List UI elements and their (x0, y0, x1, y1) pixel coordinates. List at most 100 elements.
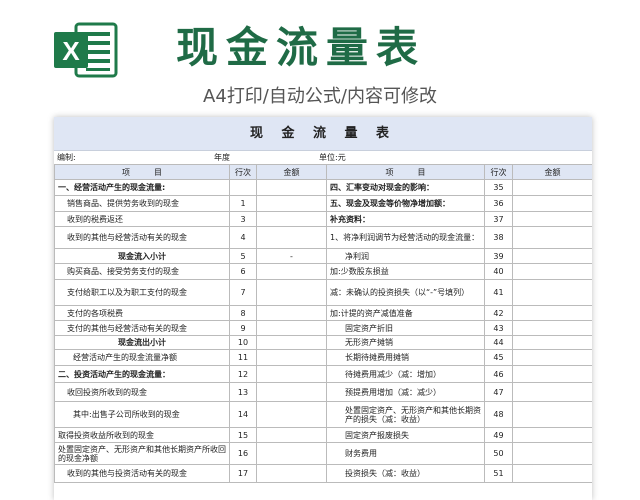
table-row: 现金流入小计 5- 净利润 39 (54, 248, 592, 264)
row-line-left: 16 (229, 442, 257, 465)
row-line-right: 46 (484, 365, 513, 383)
row-line-left: 13 (229, 382, 257, 402)
row-amount-left (256, 401, 327, 428)
row-item-right: 固定资产折旧 (326, 320, 485, 336)
row-line-right: 50 (484, 442, 513, 465)
sheet-meta: 编制: 年度 单位:元 (54, 151, 592, 164)
col-header-amount-left: 金额 (256, 164, 327, 180)
row-line-left: 1 (229, 195, 257, 212)
row-item-right: 1、将净利润调节为经营活动的现金流量： (326, 226, 485, 249)
row-amount-left (256, 382, 327, 402)
row-item-right: 五、现金及现金等价物净增加额： (326, 195, 485, 212)
table-row: 收到的其他与经营活动有关的现金 4 1、将净利润调节为经营活动的现金流量： 38 (54, 226, 592, 249)
table-row: 取得投资收益所收到的现金 15 固定资产报废损失 49 (54, 427, 592, 443)
row-amount-left (256, 442, 327, 465)
row-item-right: 处置固定资产、无形资产和其他长期资产的损失（减：收益） (326, 401, 485, 428)
row-amount-right (512, 382, 592, 402)
row-line-right: 36 (484, 195, 513, 212)
row-item-left: 收回投资所收到的现金 (54, 382, 230, 402)
table-header-row: 项 目 行次 金额 项 目 行次 金额 (54, 164, 592, 180)
table-row: 支付给职工以及为职工支付的现金 7 减：未确认的投资损失（以“-”号填列） 41 (54, 279, 592, 306)
row-amount-right (512, 335, 592, 350)
col-header-item-right: 项 目 (326, 164, 485, 180)
table-row: 购买商品、接受劳务支付的现金 6 加:少数股东损益 40 (54, 263, 592, 280)
row-item-left: 现金流入小计 (54, 248, 230, 264)
row-amount-left (256, 427, 327, 443)
row-amount-right (512, 195, 592, 212)
row-amount-right (512, 320, 592, 336)
row-amount-right (512, 211, 592, 227)
row-amount-right (512, 179, 592, 196)
row-item-right: 加:计提的资产减值准备 (326, 305, 485, 321)
row-amount-left (256, 305, 327, 321)
meta-unit: 单位:元 (319, 153, 346, 162)
row-line-left: 4 (229, 226, 257, 249)
row-item-left: 收到的税费返还 (54, 211, 230, 227)
spreadsheet-preview: 现 金 流 量 表 编制: 年度 单位:元 项 目 行次 金额 项 目 行次 金… (54, 117, 592, 500)
row-item-right: 长期待摊费用摊销 (326, 349, 485, 366)
col-header-line-left: 行次 (229, 164, 257, 180)
excel-logo-icon: X (54, 22, 118, 78)
row-item-right: 固定资产报废损失 (326, 427, 485, 443)
row-item-right: 待摊费用减少（减：增加） (326, 365, 485, 383)
row-amount-left (256, 195, 327, 212)
row-item-left: 二、投资活动产生的现金流量： (54, 365, 230, 383)
row-line-left: 9 (229, 320, 257, 336)
row-item-left: 一、经营活动产生的现金流量: (54, 179, 230, 196)
row-item-left: 取得投资收益所收到的现金 (54, 427, 230, 443)
row-item-left: 购买商品、接受劳务支付的现金 (54, 263, 230, 280)
row-line-right: 48 (484, 401, 513, 428)
col-header-amount-right: 金额 (512, 164, 592, 180)
row-line-left: 7 (229, 279, 257, 306)
row-amount-right (512, 401, 592, 428)
row-amount-right (512, 442, 592, 465)
row-amount-right (512, 305, 592, 321)
row-line-right: 39 (484, 248, 513, 264)
row-line-left: 3 (229, 211, 257, 227)
row-item-left: 经营活动产生的现金流量净额 (54, 349, 230, 366)
table-row: 现金流出小计 10 无形资产摊销 44 (54, 335, 592, 350)
row-amount-right (512, 226, 592, 249)
row-item-left: 销售商品、提供劳务收到的现金 (54, 195, 230, 212)
row-amount-left (256, 179, 327, 196)
row-amount-right (512, 248, 592, 264)
row-amount-right (512, 365, 592, 383)
row-item-left: 支付的其他与经营活动有关的现金 (54, 320, 230, 336)
row-line-right: 45 (484, 349, 513, 366)
table-row: 收到的税费返还 3 补充资料： 37 (54, 211, 592, 227)
row-line-right: 40 (484, 263, 513, 280)
row-amount-left (256, 365, 327, 383)
row-amount-left (256, 279, 327, 306)
row-line-right: 51 (484, 464, 513, 483)
row-line-left: 11 (229, 349, 257, 366)
row-item-right: 补充资料： (326, 211, 485, 227)
row-item-right: 加:少数股东损益 (326, 263, 485, 280)
col-header-item-left: 项 目 (54, 164, 230, 180)
row-amount-left (256, 349, 327, 366)
row-line-right: 47 (484, 382, 513, 402)
meta-compiler: 编制: (57, 153, 76, 162)
row-line-right: 38 (484, 226, 513, 249)
row-line-left (229, 179, 257, 196)
row-line-right: 37 (484, 211, 513, 227)
logo-letter: X (62, 36, 80, 66)
row-line-left: 6 (229, 263, 257, 280)
row-item-right: 净利润 (326, 248, 485, 264)
row-amount-left (256, 226, 327, 249)
table-row: 一、经营活动产生的现金流量: 四、汇率变动对现金的影响： 35 (54, 179, 592, 196)
row-line-left: 14 (229, 401, 257, 428)
row-amount-left (256, 464, 327, 483)
row-item-right: 投资损失（减：收益） (326, 464, 485, 483)
row-line-right: 41 (484, 279, 513, 306)
row-item-right: 四、汇率变动对现金的影响： (326, 179, 485, 196)
row-amount-right (512, 427, 592, 443)
row-item-left: 收到的其他与经营活动有关的现金 (54, 226, 230, 249)
row-item-right: 预提费用增加（减：减少） (326, 382, 485, 402)
row-amount-right (512, 279, 592, 306)
row-line-left: 5 (229, 248, 257, 264)
row-line-left: 8 (229, 305, 257, 321)
table-row: 支付的各项税费 8 加:计提的资产减值准备 42 (54, 305, 592, 321)
row-amount-left: - (256, 248, 327, 264)
row-item-left: 支付给职工以及为职工支付的现金 (54, 279, 230, 306)
meta-year: 年度 (214, 153, 230, 162)
